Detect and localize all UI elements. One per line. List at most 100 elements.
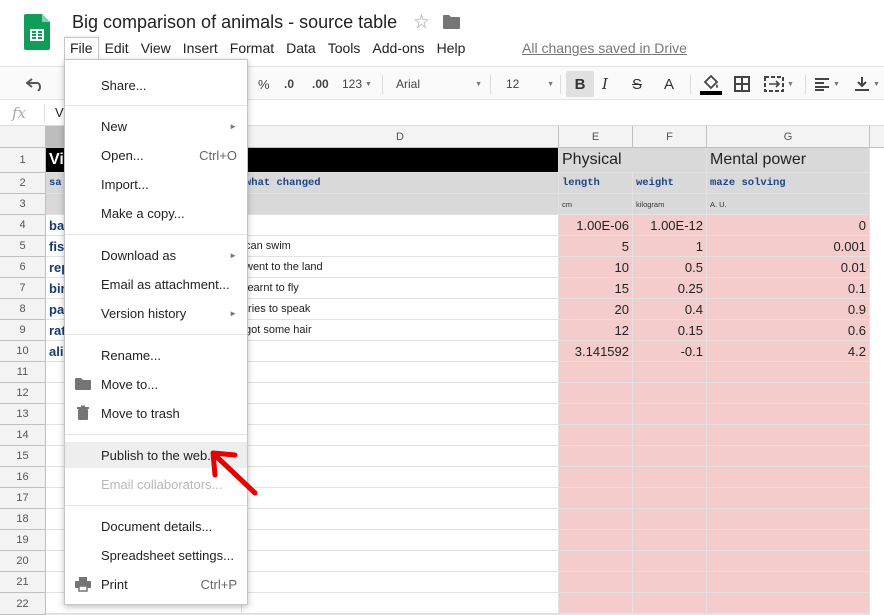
cell-what-changed-header[interactable]: what changed: [242, 173, 559, 194]
column-header-e[interactable]: E: [559, 126, 633, 148]
menu-file[interactable]: File: [64, 37, 99, 59]
cell-unit-kg[interactable]: kilogram: [633, 194, 707, 215]
row-header[interactable]: 13: [0, 404, 46, 425]
font-size-dropdown[interactable]: 12 ▼: [506, 67, 554, 101]
row-header[interactable]: 8: [0, 299, 46, 320]
row-header[interactable]: 5: [0, 236, 46, 257]
star-icon[interactable]: ☆: [413, 11, 430, 34]
cell-maze[interactable]: 0.9: [707, 299, 870, 320]
vertical-align-icon[interactable]: ▼: [854, 67, 880, 101]
menu-data[interactable]: Data: [280, 37, 322, 59]
menu-item-email-attachment[interactable]: Email as attachment...: [65, 271, 247, 297]
menu-item-new[interactable]: New ►: [65, 113, 247, 139]
cell-weight[interactable]: -0.1: [633, 341, 707, 362]
cell-length[interactable]: 10: [559, 257, 633, 278]
empty-what-changed-column[interactable]: [242, 362, 559, 615]
empty-maze-column[interactable]: [707, 362, 870, 615]
column-header-f[interactable]: F: [633, 126, 707, 148]
menu-edit[interactable]: Edit: [99, 37, 135, 59]
cell-length[interactable]: 3.141592: [559, 341, 633, 362]
cell-maze[interactable]: 0.001: [707, 236, 870, 257]
column-header-g[interactable]: G: [707, 126, 870, 148]
row-header[interactable]: 19: [0, 530, 46, 551]
borders-icon[interactable]: [734, 67, 750, 101]
row-header[interactable]: 14: [0, 425, 46, 446]
menu-tools[interactable]: Tools: [322, 37, 367, 59]
cell-weight[interactable]: 0.25: [633, 278, 707, 299]
cell-length[interactable]: 5: [559, 236, 633, 257]
row-header[interactable]: 10: [0, 341, 46, 362]
menu-item-rename[interactable]: Rename...: [65, 342, 247, 368]
row-header[interactable]: 7: [0, 278, 46, 299]
menu-item-print[interactable]: Print Ctrl+P: [65, 571, 247, 597]
cell-length-header[interactable]: length: [559, 173, 633, 194]
menu-addons[interactable]: Add-ons: [366, 37, 430, 59]
menu-help[interactable]: Help: [431, 37, 472, 59]
cell-weight[interactable]: 1.00E-12: [633, 215, 707, 236]
column-header-d[interactable]: D: [242, 126, 559, 148]
row-header[interactable]: 1: [0, 148, 46, 173]
row-header[interactable]: 4: [0, 215, 46, 236]
document-title[interactable]: Big comparison of animals - source table: [72, 12, 397, 33]
cell-what-changed[interactable]: learnt to fly: [242, 278, 559, 299]
cell-weight-header[interactable]: weight: [633, 173, 707, 194]
menu-item-share[interactable]: Share...: [65, 72, 247, 98]
fill-color-icon[interactable]: [700, 67, 722, 101]
more-formats-dropdown[interactable]: 123 ▼: [342, 67, 372, 101]
empty-length-column[interactable]: [559, 362, 633, 615]
align-left-icon[interactable]: ▼: [814, 67, 840, 101]
menu-view[interactable]: View: [135, 37, 177, 59]
cell-length[interactable]: 15: [559, 278, 633, 299]
cell-unit-cm[interactable]: cm: [559, 194, 633, 215]
menu-item-open[interactable]: Open... Ctrl+O: [65, 142, 247, 168]
cell-weight[interactable]: 1: [633, 236, 707, 257]
row-header[interactable]: 21: [0, 572, 46, 593]
cell-what-changed[interactable]: tries to speak: [242, 299, 559, 320]
row-header[interactable]: 20: [0, 551, 46, 572]
bold-button[interactable]: B: [566, 71, 594, 97]
increase-decimal-button[interactable]: .00: [312, 67, 329, 101]
row-header[interactable]: 2: [0, 173, 46, 194]
cell-mental-header[interactable]: Mental power: [707, 148, 870, 173]
cell-physical-header[interactable]: Physical: [559, 148, 707, 173]
cell-maze-header[interactable]: maze solving: [707, 173, 870, 194]
menu-item-version-history[interactable]: Version history ►: [65, 300, 247, 326]
cell-unit-au[interactable]: A. U.: [707, 194, 870, 215]
cell-what-changed[interactable]: went to the land: [242, 257, 559, 278]
column-header-next[interactable]: [870, 126, 884, 148]
save-status-link[interactable]: All changes saved in Drive: [522, 40, 687, 56]
menu-item-move-to-trash[interactable]: Move to trash: [65, 400, 247, 426]
menu-item-import[interactable]: Import...: [65, 171, 247, 197]
cell-what-changed[interactable]: [242, 215, 559, 236]
menu-insert[interactable]: Insert: [177, 37, 224, 59]
strikethrough-icon[interactable]: S: [632, 67, 642, 101]
row-header[interactable]: 12: [0, 383, 46, 404]
row-header[interactable]: 15: [0, 446, 46, 467]
sheets-logo-icon[interactable]: [24, 14, 50, 50]
cell-what-changed[interactable]: got some hair: [242, 320, 559, 341]
menu-format[interactable]: Format: [224, 37, 280, 59]
cell-what-changed[interactable]: can swim: [242, 236, 559, 257]
cell-maze[interactable]: 0.6: [707, 320, 870, 341]
cell-weight[interactable]: 0.4: [633, 299, 707, 320]
cell-length[interactable]: 12: [559, 320, 633, 341]
folder-icon[interactable]: [443, 15, 460, 29]
row-header[interactable]: 17: [0, 488, 46, 509]
menu-item-document-details[interactable]: Document details...: [65, 513, 247, 539]
cell-maze[interactable]: 4.2: [707, 341, 870, 362]
row-header[interactable]: 9: [0, 320, 46, 341]
row-header[interactable]: 3: [0, 194, 46, 215]
row-header[interactable]: 16: [0, 467, 46, 488]
italic-icon[interactable]: I: [602, 67, 608, 101]
menu-item-move-to[interactable]: Move to...: [65, 371, 247, 397]
percent-format-button[interactable]: %: [258, 67, 270, 101]
undo-icon[interactable]: [26, 67, 44, 101]
menu-item-download-as[interactable]: Download as ►: [65, 242, 247, 268]
empty-weight-column[interactable]: [633, 362, 707, 615]
cell-what-changed[interactable]: [242, 341, 559, 362]
menu-item-spreadsheet-settings[interactable]: Spreadsheet settings...: [65, 542, 247, 568]
font-family-dropdown[interactable]: Arial ▼: [396, 67, 482, 101]
row-header[interactable]: 6: [0, 257, 46, 278]
row-header[interactable]: 11: [0, 362, 46, 383]
cell-maze[interactable]: 0.01: [707, 257, 870, 278]
